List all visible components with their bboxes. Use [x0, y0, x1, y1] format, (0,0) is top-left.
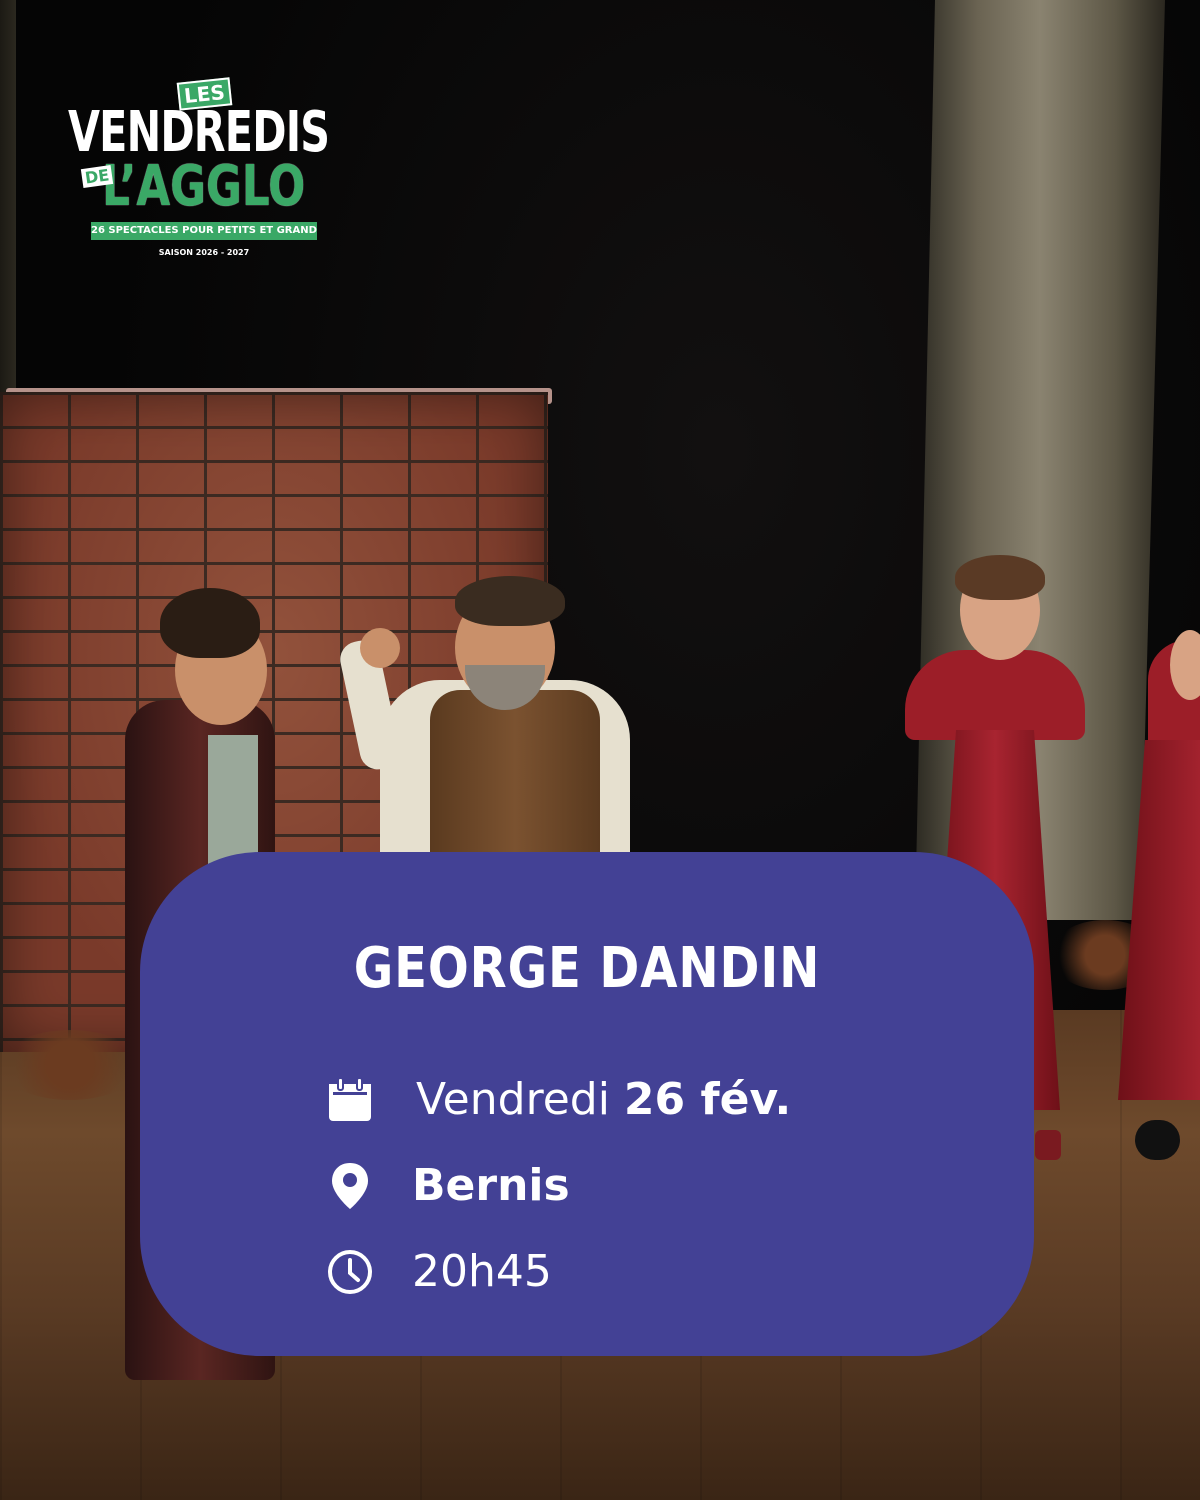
event-info-card: GEORGE DANDIN Vendredi 26 fév. Bernis 20…	[140, 852, 1034, 1356]
logo-tagline: 26 SPECTACLES POUR PETITS ET GRANDS !	[91, 222, 317, 240]
event-place: Bernis	[412, 1160, 570, 1211]
date-row: Vendredi 26 fév.	[326, 1074, 791, 1125]
event-date: 26 fév.	[623, 1074, 792, 1125]
logo-season: SAISON 2026 - 2027	[158, 248, 250, 257]
day-label: Vendredi	[416, 1074, 610, 1125]
show-title: GEORGE DANDIN	[353, 936, 821, 1001]
place-row: Bernis	[326, 1160, 570, 1211]
festival-logo: LES VENDREDIS L’AGGLO DE 26 SPECTACLES P…	[60, 77, 360, 270]
event-time: 20h45	[412, 1246, 552, 1297]
calendar-icon	[326, 1076, 374, 1124]
time-row: 20h45	[326, 1246, 552, 1297]
map-pin-icon	[326, 1162, 374, 1210]
clock-icon	[326, 1248, 374, 1296]
logo-agglo: L’AGGLO	[102, 154, 306, 219]
poster: LES VENDREDIS L’AGGLO DE 26 SPECTACLES P…	[0, 0, 1200, 1500]
